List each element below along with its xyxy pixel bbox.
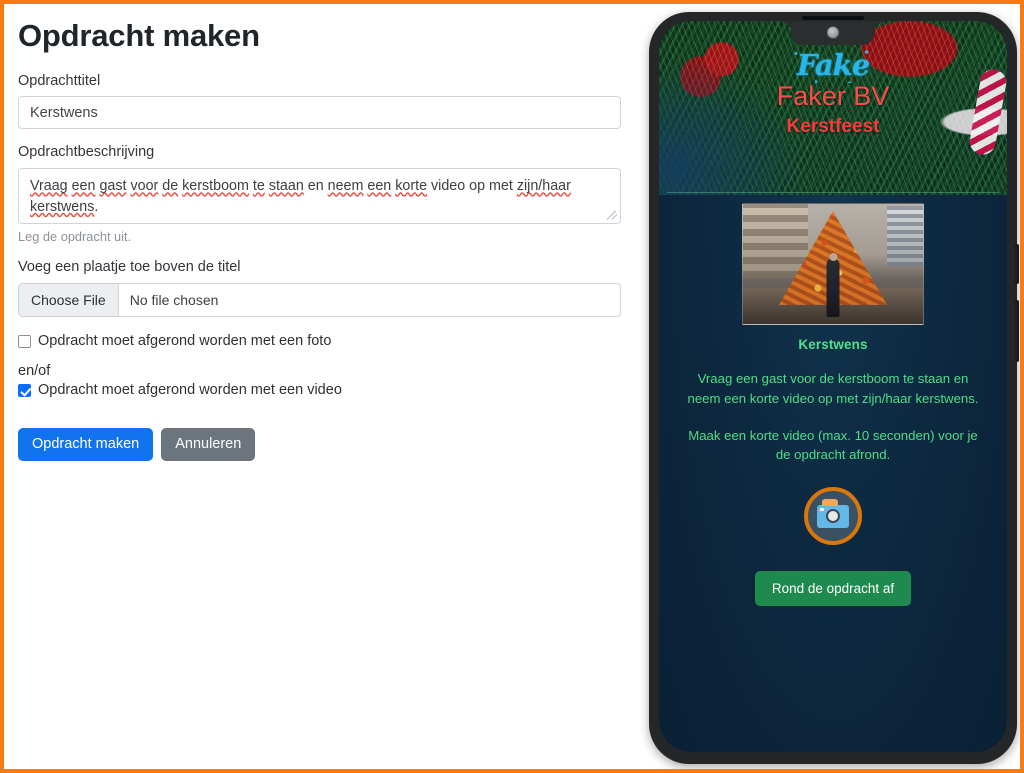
form-actions: Opdracht maken Annuleren [18,428,622,461]
title-field-label: Opdrachttitel [18,72,101,89]
image-field-group: Voeg een plaatje toe boven de titel Choo… [18,258,622,318]
cancel-button[interactable]: Annuleren [161,428,256,461]
phone-preview-pane: Fake Faker BV Kerstfeest Kerstwens Vraag… [644,4,1020,769]
preview-body: Kerstwens Vraag een gast voor de kerstbo… [659,195,1007,752]
phone-power-button [1015,300,1019,362]
task-description-textarea[interactable]: Vraag een gast voor de kerstboom te staa… [18,168,621,225]
photo-required-checkbox-row[interactable]: Opdracht moet afgerond worden met een fo… [18,333,622,349]
brand-subtitle: Kerstfeest [786,116,880,138]
preview-hero-banner: Fake Faker BV Kerstfeest [659,21,1007,195]
front-camera-icon [826,26,840,39]
task-title-input[interactable] [18,96,621,130]
phone-screen: Fake Faker BV Kerstfeest Kerstwens Vraag… [659,21,1007,752]
phone-volume-button [1015,244,1019,284]
preview-task-description: Vraag een gast voor de kerstboom te staa… [687,371,979,406]
description-field-label: Opdrachtbeschrijving [18,144,155,161]
and-or-label: en/of [18,363,51,380]
file-input-row[interactable]: Choose File No file chosen [18,283,621,318]
video-required-label: Opdracht moet afgerond worden met een vi… [38,382,342,399]
phone-mockup: Fake Faker BV Kerstfeest Kerstwens Vraag… [649,12,1019,764]
create-task-button[interactable]: Opdracht maken [18,428,154,461]
title-field-group: Opdrachttitel [18,72,622,130]
video-required-checkbox-row[interactable]: Opdracht moet afgerond worden met een vi… [18,382,622,398]
description-helper-text: Leg de opdracht uit. [18,229,132,245]
photo-building-right [887,206,923,267]
finish-task-button[interactable]: Rond de opdracht af [754,571,912,607]
task-photo [742,203,924,325]
file-status-text: No file chosen [129,292,219,309]
create-task-form: Opdracht maken Opdrachttitel Opdrachtbes… [4,4,636,769]
image-field-label: Voeg een plaatje toe boven de titel [18,259,241,276]
photo-person [826,259,840,317]
textarea-resize-handle[interactable] [607,210,618,221]
description-field-group: Opdrachtbeschrijving Vraag een gast voor… [18,143,622,244]
hero-divider [667,192,999,193]
brand-name: Faker BV [776,81,890,111]
preview-task-title: Kerstwens [798,337,868,352]
video-required-checkbox[interactable] [18,383,31,397]
photo-building-left [743,204,808,279]
photo-required-checkbox[interactable] [18,334,31,348]
choose-file-button[interactable]: Choose File [19,284,119,317]
camera-button[interactable] [804,487,862,546]
page-title: Opdracht maken [18,18,260,53]
preview-task-instruction: Maak een korte video (max. 10 seconden) … [688,427,978,463]
faker-logo: Fake [790,47,876,83]
screenshot-root: Opdracht maken Opdrachttitel Opdrachtbes… [0,0,1024,773]
camera-icon [817,498,849,528]
photo-required-label: Opdracht moet afgerond worden met een fo… [38,333,332,350]
